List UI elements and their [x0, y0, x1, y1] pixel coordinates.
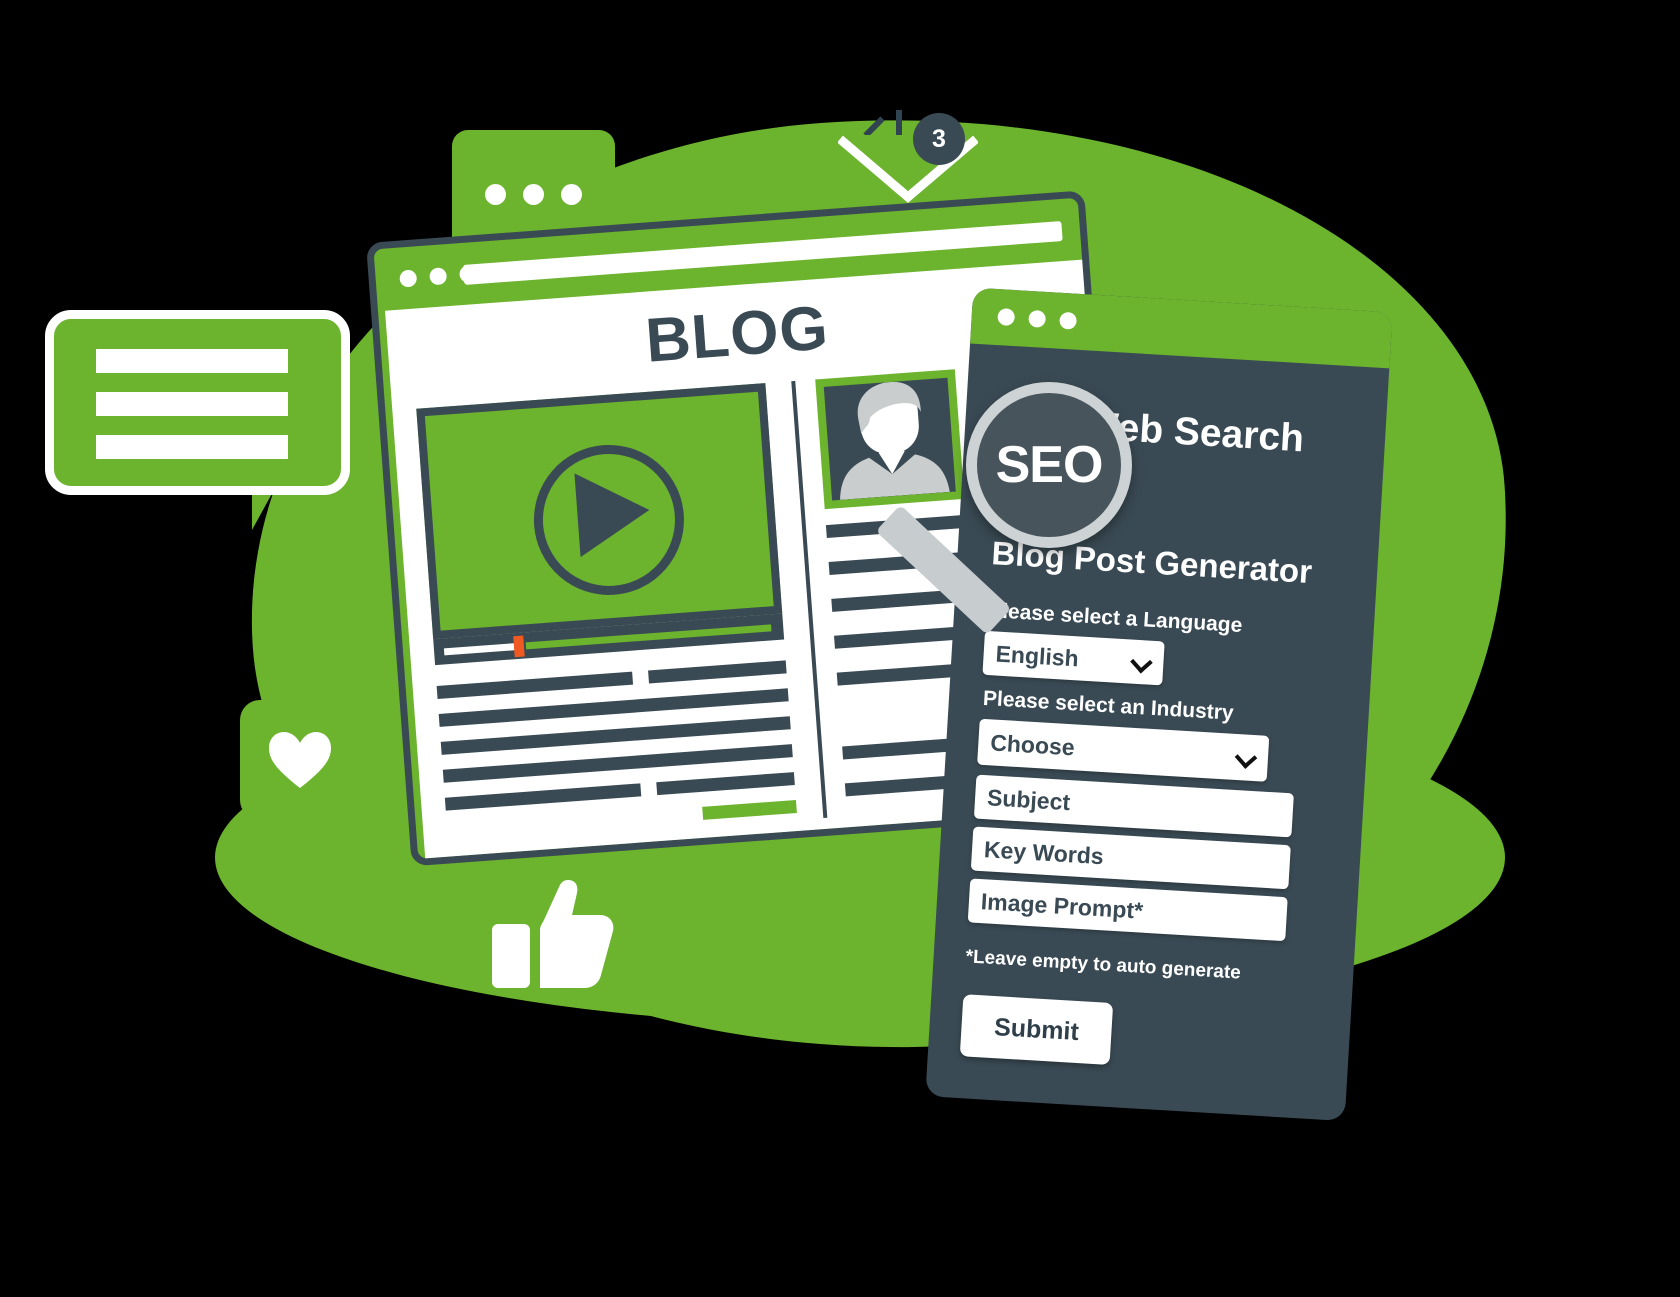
chevron-down-icon: [1234, 746, 1258, 769]
typing-dot-icon: [485, 184, 506, 205]
heart-icon: [269, 732, 331, 788]
bubble-line: [96, 349, 288, 373]
text-line: [444, 783, 642, 811]
notification-badge: 3: [913, 113, 965, 165]
image-prompt-placeholder: Image Prompt*: [980, 887, 1144, 924]
keywords-placeholder: Key Words: [983, 835, 1105, 869]
industry-label: Please select an Industry: [982, 686, 1235, 725]
progress-played: [443, 643, 517, 656]
typing-dot-icon: [561, 184, 582, 205]
person-icon: [840, 382, 950, 500]
language-label: Please select a Language: [987, 599, 1243, 638]
image-prompt-input[interactable]: Image Prompt*: [967, 878, 1288, 942]
submit-button[interactable]: Submit: [959, 994, 1114, 1065]
window-dot-icon: [1028, 309, 1047, 328]
bubble-line: [96, 435, 288, 459]
industry-select[interactable]: Choose: [977, 718, 1270, 782]
text-line: [436, 671, 634, 699]
language-value: English: [994, 640, 1080, 671]
message-bubble: [45, 310, 350, 495]
thumbs-up-icon[interactable]: [492, 880, 620, 997]
magnifier-lens: SEO: [966, 382, 1132, 548]
industry-value: Choose: [989, 728, 1076, 760]
play-icon[interactable]: [574, 467, 653, 557]
bubble-line: [96, 392, 288, 416]
video-player[interactable]: [416, 383, 783, 640]
illustration-stage: 3 BLOG Web Search Blog Post Generator Pl…: [0, 0, 1680, 1297]
typing-dot-icon: [523, 184, 544, 205]
highlight-chip: [702, 800, 797, 820]
subject-input[interactable]: Subject: [973, 774, 1294, 838]
keywords-input[interactable]: Key Words: [970, 826, 1291, 890]
subject-placeholder: Subject: [986, 783, 1071, 815]
window-dot-icon: [1059, 311, 1078, 330]
window-controls[interactable]: [997, 308, 1078, 330]
seo-label: SEO: [995, 436, 1104, 494]
auto-generate-hint: *Leave empty to auto generate: [965, 946, 1242, 984]
text-line: [648, 660, 787, 684]
chevron-down-icon: [1130, 650, 1153, 674]
language-select[interactable]: English: [982, 630, 1165, 686]
window-dot-icon: [997, 308, 1016, 327]
window-dot-icon: [429, 267, 448, 286]
window-dot-icon: [399, 269, 418, 288]
text-line: [656, 772, 795, 796]
author-photo-frame: [815, 369, 965, 510]
like-heart-chip[interactable]: [240, 700, 360, 820]
avatar: [823, 377, 956, 501]
progress-scrubber[interactable]: [513, 635, 525, 658]
